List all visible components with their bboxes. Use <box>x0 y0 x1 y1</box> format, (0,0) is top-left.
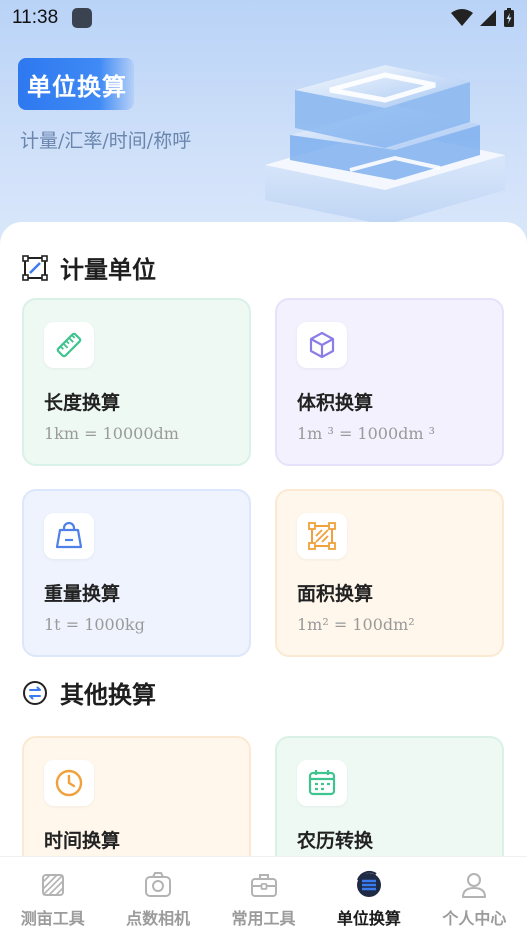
toolbox-icon <box>248 869 280 901</box>
ruler-icon <box>44 322 94 368</box>
section-measure-title: 计量单位 <box>22 250 156 285</box>
tab-label: 常用工具 <box>231 909 296 928</box>
card-title: 长度换算 <box>44 392 121 414</box>
length-convert-card[interactable]: 长度换算 1km = 10000dm <box>22 298 251 466</box>
wifi-icon <box>451 9 473 26</box>
camera-icon <box>142 869 174 901</box>
card-example: 1t = 1000kg <box>44 615 145 634</box>
exchange-icon <box>22 680 48 706</box>
section-other-label: 其他换算 <box>60 680 156 709</box>
bottom-tab-bar: 测亩工具 点数相机 常用工具 单位换算 个人中心 <box>0 856 527 938</box>
tab-label: 个人中心 <box>442 909 507 928</box>
card-title: 农历转换 <box>297 830 374 852</box>
section-other-title: 其他换算 <box>22 675 156 710</box>
card-title: 体积换算 <box>297 392 374 414</box>
card-title: 重量换算 <box>44 583 121 605</box>
tab-label: 点数相机 <box>126 909 191 928</box>
user-icon <box>458 869 490 901</box>
section-measure-label: 计量单位 <box>60 255 156 284</box>
battery-icon <box>504 8 514 27</box>
hero-subtitle: 计量/汇率/时间/称呼 <box>20 130 192 152</box>
tab-profile[interactable]: 个人中心 <box>422 857 527 938</box>
lunar-convert-card[interactable]: 农历转换 <box>275 736 504 862</box>
area-convert-card[interactable]: 面积换算 1m² = 100dm² <box>275 489 504 657</box>
content-sheet: 计量单位 长度换算 1km = 10000dm 体积换算 1m ³ = 1000… <box>0 222 527 862</box>
frame-icon <box>22 254 48 281</box>
calendar-icon <box>297 760 347 806</box>
card-title: 时间换算 <box>44 830 121 852</box>
tab-label: 测亩工具 <box>20 909 85 928</box>
card-title: 面积换算 <box>297 583 374 605</box>
card-example: 1km = 10000dm <box>44 424 179 443</box>
app-notification-icon <box>72 8 93 28</box>
tab-field-measure[interactable]: 测亩工具 <box>0 857 105 938</box>
weight-convert-card[interactable]: 重量换算 1t = 1000kg <box>22 489 251 657</box>
cube-icon <box>297 322 347 368</box>
status-time: 11:38 <box>12 7 59 28</box>
signal-icon <box>480 10 496 26</box>
field-icon <box>37 869 69 901</box>
card-example: 1m ³ = 1000dm ³ <box>297 424 436 443</box>
stacked-glass-illustration <box>265 65 505 225</box>
convert-icon <box>353 869 385 901</box>
clock-icon <box>44 760 94 806</box>
area-icon <box>297 513 347 559</box>
tab-label: 单位换算 <box>336 909 401 928</box>
volume-convert-card[interactable]: 体积换算 1m ³ = 1000dm ³ <box>275 298 504 466</box>
tab-unit-convert[interactable]: 单位换算 <box>316 857 421 938</box>
card-example: 1m² = 100dm² <box>297 615 415 634</box>
weight-icon <box>44 513 94 559</box>
time-convert-card[interactable]: 时间换算 <box>22 736 251 862</box>
tab-common-tools[interactable]: 常用工具 <box>211 857 316 938</box>
tab-count-camera[interactable]: 点数相机 <box>105 857 210 938</box>
page-badge: 单位换算 <box>18 58 134 110</box>
status-bar: 11:38 <box>0 0 527 36</box>
